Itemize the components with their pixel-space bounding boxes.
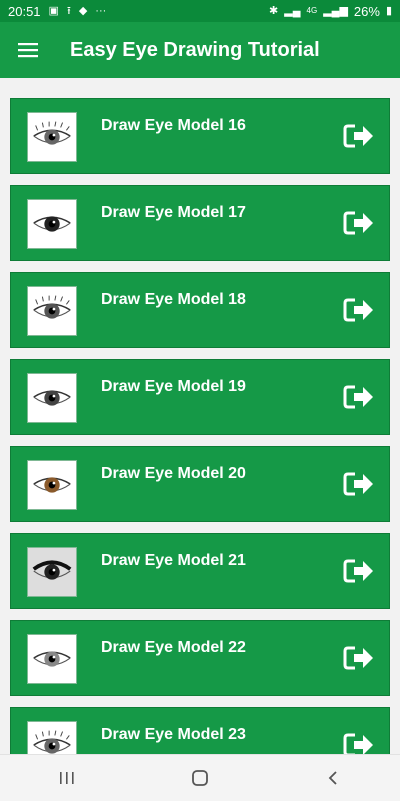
- eye-thumbnail-image: [27, 721, 77, 754]
- back-icon: [329, 771, 337, 785]
- recents-button[interactable]: [37, 758, 97, 798]
- list-item-label: Draw Eye Model 22: [101, 639, 246, 656]
- open-arrow-icon[interactable]: [343, 731, 375, 754]
- open-arrow-icon[interactable]: [343, 644, 375, 672]
- list-item[interactable]: Draw Eye Model 17: [10, 185, 390, 261]
- list-item[interactable]: Draw Eye Model 16: [10, 98, 390, 174]
- bluetooth-icon: ✱: [269, 4, 279, 17]
- list-item-label: Draw Eye Model 23: [101, 726, 246, 743]
- recents-icon: [59, 772, 74, 784]
- list-item-label: Draw Eye Model 19: [101, 378, 246, 395]
- status-bar: 20:51 ▣ ⭱ ◆ ··· ✱ ▂▄ 4G ▂▄▆ 26% ▮: [0, 0, 400, 22]
- list-item[interactable]: Draw Eye Model 20: [10, 446, 390, 522]
- eye-thumbnail-image: [27, 286, 77, 336]
- open-arrow-icon[interactable]: [343, 470, 375, 498]
- gallery-icon: ▣: [48, 4, 59, 17]
- app-title: Easy Eye Drawing Tutorial: [70, 38, 320, 61]
- eye-thumbnail-image: [27, 547, 77, 597]
- model-list[interactable]: Draw Eye Model 16 Draw Eye Model 17 Draw…: [0, 78, 400, 754]
- eye-thumbnail-image: [27, 199, 77, 249]
- battery-icon: ▮: [385, 4, 392, 17]
- open-arrow-icon[interactable]: [343, 209, 375, 237]
- hamburger-menu-icon: [18, 43, 38, 58]
- app-bar: Easy Eye Drawing Tutorial: [0, 22, 400, 78]
- list-item[interactable]: Draw Eye Model 19: [10, 359, 390, 435]
- signal-icon: ▂▄: [284, 4, 301, 17]
- signal-icon-2: ▂▄▆: [323, 4, 348, 17]
- list-item-label: Draw Eye Model 21: [101, 552, 246, 569]
- open-arrow-icon[interactable]: [343, 557, 375, 585]
- bag-icon: ◆: [78, 4, 88, 17]
- list-item[interactable]: Draw Eye Model 18: [10, 272, 390, 348]
- home-button[interactable]: [170, 758, 230, 798]
- list-item[interactable]: Draw Eye Model 21: [10, 533, 390, 609]
- list-item[interactable]: Draw Eye Model 23: [10, 707, 390, 754]
- eye-thumbnail-image: [27, 634, 77, 684]
- system-nav-bar: [0, 754, 400, 801]
- upload-icon: ⭱: [66, 4, 71, 17]
- more-notifications-icon: ···: [95, 4, 107, 17]
- list-item-label: Draw Eye Model 16: [101, 117, 246, 134]
- list-item-label: Draw Eye Model 20: [101, 465, 246, 482]
- list-item-label: Draw Eye Model 18: [101, 291, 246, 308]
- status-time: 20:51: [8, 3, 41, 19]
- back-button[interactable]: [303, 758, 363, 798]
- home-icon: [192, 770, 208, 786]
- open-arrow-icon[interactable]: [343, 383, 375, 411]
- open-arrow-icon[interactable]: [343, 296, 375, 324]
- open-arrow-icon[interactable]: [343, 122, 375, 150]
- list-item-label: Draw Eye Model 17: [101, 204, 246, 221]
- menu-button[interactable]: [0, 22, 56, 78]
- battery-percent: 26%: [353, 3, 380, 19]
- eye-thumbnail-image: [27, 460, 77, 510]
- network-type: 4G: [306, 6, 318, 15]
- eye-thumbnail-image: [27, 373, 77, 423]
- list-item[interactable]: Draw Eye Model 22: [10, 620, 390, 696]
- eye-thumbnail-image: [27, 112, 77, 162]
